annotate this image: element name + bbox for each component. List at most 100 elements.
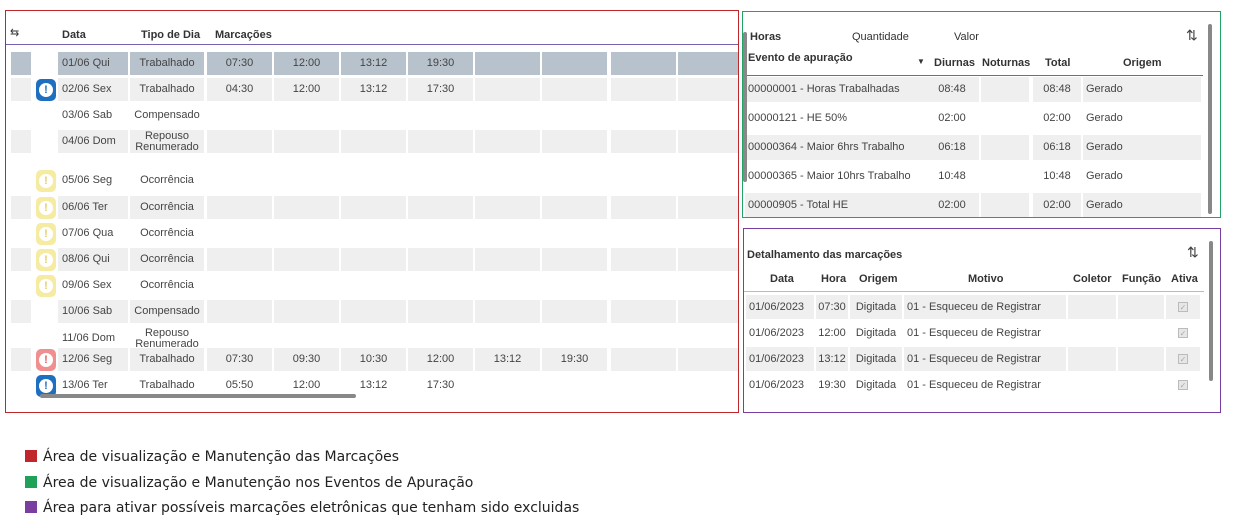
row-selector[interactable] [11, 169, 31, 192]
marcacao-cell[interactable] [475, 274, 540, 297]
marcacao-cell[interactable] [542, 300, 607, 323]
row-tipo-de-dia[interactable]: Ocorrência [130, 274, 204, 297]
marcacao-cell[interactable] [408, 169, 473, 192]
cell-funcao[interactable] [1118, 347, 1164, 371]
col-header-tipo[interactable]: Tipo de Dia [141, 29, 200, 41]
cell-total[interactable]: 10:48 [1033, 164, 1081, 189]
cell-origem[interactable]: Digitada [850, 373, 902, 397]
cell-total[interactable]: 08:48 [1033, 77, 1081, 102]
row-tipo-de-dia[interactable]: Trabalhado [130, 78, 204, 101]
col-header-marcacoes[interactable]: Marcações [215, 29, 272, 41]
sort-icon[interactable]: ⇅ [1187, 244, 1199, 261]
cell-total[interactable]: 02:00 [1033, 193, 1081, 217]
swap-arrows-icon[interactable]: ⇆ [10, 26, 19, 39]
marcacao-cell[interactable]: 12:00 [274, 52, 339, 75]
marcacao-cell[interactable]: 07:30 [207, 348, 272, 371]
table-row[interactable]: 00000001 - Horas Trabalhadas 08:48 08:48 Ge… [743, 76, 1203, 103]
row-date[interactable]: 04/06 Dom [58, 130, 128, 153]
col-header-motivo[interactable]: Motivo [968, 273, 1003, 285]
marcacao-cell[interactable] [611, 78, 676, 101]
marcacao-cell[interactable] [341, 300, 406, 323]
marcacao-cell[interactable] [408, 222, 473, 245]
row-tipo-de-dia[interactable]: Ocorrência [130, 248, 204, 271]
marcacao-cell[interactable] [475, 196, 540, 219]
cell-evento[interactable]: 00000905 - Total HE [745, 193, 925, 217]
marcacao-cell[interactable] [542, 169, 607, 192]
marcacao-cell[interactable] [341, 222, 406, 245]
marcacao-cell[interactable] [408, 104, 473, 127]
vertical-scrollbar[interactable] [1209, 241, 1213, 381]
alert-icon[interactable]: ! [36, 197, 56, 219]
cell-motivo[interactable]: 01 - Esqueceu de Registrar [904, 347, 1066, 371]
cell-noturnas[interactable] [981, 135, 1029, 160]
marcacao-cell[interactable]: 19:30 [542, 348, 607, 371]
col-header-diurnas[interactable]: Diurnas [934, 57, 975, 69]
cell-diurnas[interactable]: 06:18 [925, 135, 979, 160]
table-row[interactable]: ! 07/06 Qua Ocorrência [6, 221, 738, 245]
marcacao-cell[interactable] [678, 130, 738, 153]
row-date[interactable]: 02/06 Sex [58, 78, 128, 101]
marcacao-cell[interactable] [678, 374, 738, 397]
marcacao-cell[interactable]: 10:30 [341, 348, 406, 371]
cell-hora[interactable]: 13:12 [816, 347, 848, 371]
cell-data[interactable]: 01/06/2023 [746, 373, 814, 397]
cell-diurnas[interactable]: 10:48 [925, 164, 979, 189]
col-header-coletor[interactable]: Coletor [1073, 273, 1112, 285]
table-row[interactable]: 01/06/2023 07:30 Digitada 01 - Esqueceu de … [744, 294, 1204, 320]
marcacao-cell[interactable] [341, 169, 406, 192]
row-date[interactable]: 08/06 Qui [58, 248, 128, 271]
table-row[interactable]: 00000905 - Total HE 02:00 02:00 Gerado [743, 192, 1203, 217]
cell-diurnas[interactable]: 02:00 [925, 193, 979, 217]
cell-total[interactable]: 06:18 [1033, 135, 1081, 160]
marcacao-cell[interactable] [274, 169, 339, 192]
marcacao-cell[interactable] [611, 196, 676, 219]
marcacao-cell[interactable] [678, 248, 738, 271]
marcacao-cell[interactable] [678, 169, 738, 192]
marcacao-cell[interactable]: 13:12 [475, 348, 540, 371]
marcacao-cell[interactable] [274, 248, 339, 271]
alert-icon[interactable]: ! [36, 79, 56, 101]
cell-data[interactable]: 01/06/2023 [746, 295, 814, 319]
row-selector[interactable] [11, 374, 31, 397]
marcacao-cell[interactable]: 04:30 [207, 78, 272, 101]
marcacao-cell[interactable]: 17:30 [408, 78, 473, 101]
marcacao-cell[interactable] [341, 104, 406, 127]
row-selector[interactable] [11, 300, 31, 323]
table-row[interactable]: ! 05/06 Seg Ocorrência [6, 168, 738, 192]
marcacao-cell[interactable] [611, 169, 676, 192]
marcacao-cell[interactable]: 12:00 [408, 348, 473, 371]
marcacao-cell[interactable] [542, 104, 607, 127]
marcacao-cell[interactable] [274, 300, 339, 323]
marcacao-cell[interactable] [611, 274, 676, 297]
tab-quantidade[interactable]: Quantidade [852, 31, 909, 43]
marcacao-cell[interactable] [678, 104, 738, 127]
cell-data[interactable]: 01/06/2023 [746, 347, 814, 371]
cell-noturnas[interactable] [981, 193, 1029, 217]
cell-funcao[interactable] [1118, 373, 1164, 397]
alert-icon[interactable]: ! [36, 275, 56, 297]
marcacao-cell[interactable] [408, 130, 473, 153]
col-header-total[interactable]: Total [1045, 57, 1070, 69]
row-date[interactable]: 05/06 Seg [58, 169, 128, 192]
marcacao-cell[interactable] [274, 222, 339, 245]
cell-motivo[interactable]: 01 - Esqueceu de Registrar [904, 321, 1066, 345]
row-tipo-de-dia[interactable]: Compensado [130, 104, 204, 127]
marcacao-cell[interactable] [408, 196, 473, 219]
cell-origem[interactable]: Digitada [850, 347, 902, 371]
row-date[interactable]: 07/06 Qua [58, 222, 128, 245]
row-selector[interactable] [11, 78, 31, 101]
marcacao-cell[interactable] [408, 274, 473, 297]
row-selector[interactable] [11, 274, 31, 297]
table-row[interactable]: 04/06 Dom Repouso Renumerado [6, 129, 738, 153]
row-selector[interactable] [11, 222, 31, 245]
marcacao-cell[interactable] [611, 130, 676, 153]
marcacao-cell[interactable] [207, 248, 272, 271]
cell-origem[interactable]: Gerado [1083, 77, 1201, 102]
table-row[interactable]: 01/06/2023 19:30 Digitada 01 - Esqueceu de … [744, 372, 1204, 398]
col-header-hora[interactable]: Hora [821, 273, 846, 285]
cell-funcao[interactable] [1118, 295, 1164, 319]
cell-funcao[interactable] [1118, 321, 1164, 345]
marcacao-cell[interactable] [678, 274, 738, 297]
marcacao-cell[interactable] [475, 222, 540, 245]
marcacao-cell[interactable] [542, 52, 607, 75]
